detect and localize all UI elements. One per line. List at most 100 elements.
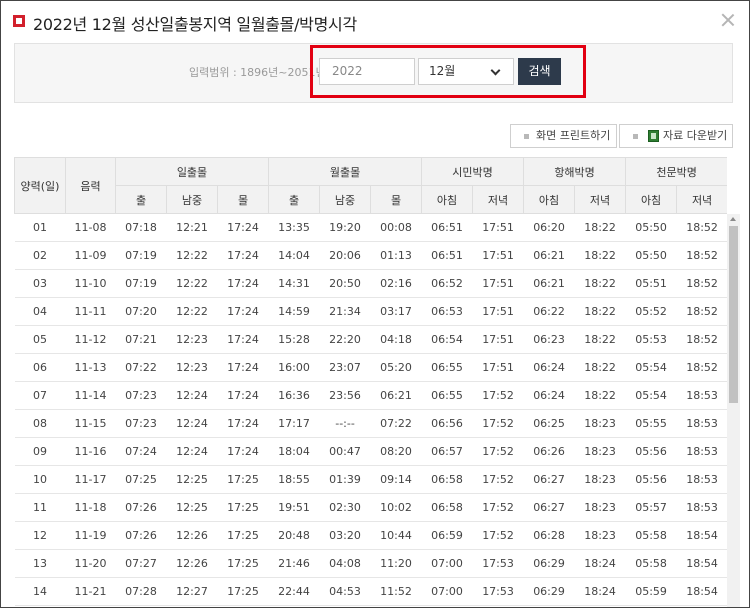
table-row: 02 11-09 07:19 12:22 17:24 14:04 20:06 01:13 06:… (14, 241, 727, 270)
table-row: 10 11-17 07:25 12:25 17:25 18:55 01:39 09:14 06:… (14, 465, 727, 494)
download-button-label: 자료 다운받기 (663, 129, 728, 142)
table-cell: 07:26 (115, 493, 167, 522)
download-bullet-icon (633, 134, 638, 139)
table-cell: 18:52 (676, 213, 727, 242)
table-cell: 22:20 (319, 325, 371, 354)
table-cell: 21:34 (319, 297, 371, 326)
input-range-label: 입력범위 : 1896년~2051년 (189, 66, 326, 79)
table-cell: 07:28 (115, 577, 167, 606)
table-cell: 06:58 (421, 493, 473, 522)
table-cell: 06:29 (523, 549, 575, 578)
search-button[interactable]: 검색 (518, 58, 561, 85)
table-cell: 18:22 (574, 353, 626, 382)
table-cell: 19:51 (268, 493, 320, 522)
table-cell: 10 (14, 465, 66, 494)
table-cell: 00:08 (370, 213, 422, 242)
print-button[interactable]: 화면 프린트하기 (510, 124, 617, 148)
table-cell: 17:53 (472, 577, 524, 606)
table-row: 13 11-20 07:27 12:26 17:25 21:46 04:08 11:20 07:… (14, 549, 727, 578)
table-cell: 07:26 (115, 521, 167, 550)
excel-icon (648, 130, 659, 142)
table-cell: 11-11 (65, 297, 116, 326)
table-cell: 07:19 (115, 241, 167, 270)
table-cell: 05:52 (625, 297, 677, 326)
page-title: 2022년 12월 성산일출봉지역 일월출몰/박명시각 (33, 15, 357, 34)
close-icon[interactable] (719, 11, 737, 29)
subheader-cell: 아침 (421, 185, 474, 214)
table-cell: 17:24 (217, 213, 269, 242)
download-button[interactable]: 자료 다운받기 (619, 124, 733, 148)
table-cell: 17:51 (472, 213, 524, 242)
table-cell: 07:27 (115, 549, 167, 578)
table-cell: 06:24 (523, 381, 575, 410)
table-cell: 18:22 (574, 269, 626, 298)
table-cell: 17:25 (217, 549, 269, 578)
scrollbar-thumb[interactable] (729, 226, 738, 403)
table-cell: 13:35 (268, 213, 320, 242)
table-cell: --:-- (319, 409, 371, 438)
table-cell: 17:24 (217, 241, 269, 270)
table-cell: 06:23 (523, 325, 575, 354)
table-cell: 11 (14, 493, 66, 522)
table-cell: 18:22 (574, 241, 626, 270)
table-cell: 05:58 (625, 549, 677, 578)
table-cell: 23:07 (319, 353, 371, 382)
table-cell: 18:53 (676, 493, 727, 522)
table-cell: 05:57 (625, 493, 677, 522)
header-nautical-twilight: 항해박명 (523, 157, 627, 186)
header-astro-twilight: 천문박명 (625, 157, 727, 186)
table-cell: 11-17 (65, 465, 116, 494)
table-cell: 06:26 (523, 437, 575, 466)
table-cell: 18:24 (574, 577, 626, 606)
table-row: 05 11-12 07:21 12:23 17:24 15:28 22:20 04:18 06:… (14, 325, 727, 354)
table-cell: 06:51 (421, 213, 473, 242)
table-cell: 10:44 (370, 521, 422, 550)
table-cell: 18:23 (574, 437, 626, 466)
table-cell: 06:28 (523, 521, 575, 550)
scroll-up-arrow-icon[interactable] (730, 217, 736, 221)
table-cell: 14:59 (268, 297, 320, 326)
table-cell: 05:20 (370, 353, 422, 382)
print-bullet-icon (524, 134, 529, 139)
table-cell: 17:51 (472, 297, 524, 326)
table-cell: 03:17 (370, 297, 422, 326)
table-cell: 18:22 (574, 381, 626, 410)
table-cell: 06:27 (523, 493, 575, 522)
table-cell: 06:21 (523, 241, 575, 270)
table-cell: 05:54 (625, 381, 677, 410)
table-cell: 05:58 (625, 521, 677, 550)
table-cell: 12:22 (166, 241, 218, 270)
subheader-cell: 몰 (216, 185, 270, 214)
table-cell: 06:20 (523, 213, 575, 242)
table-cell: 06:51 (421, 241, 473, 270)
table-cell: 22:44 (268, 577, 320, 606)
table-cell: 12:25 (166, 465, 218, 494)
table-cell: 02:30 (319, 493, 371, 522)
table-cell: 18:53 (676, 437, 727, 466)
table-cell: 14:31 (268, 269, 320, 298)
table-cell: 08 (14, 409, 66, 438)
table-cell: 06:56 (421, 409, 473, 438)
table-cell: 21:46 (268, 549, 320, 578)
table-cell: 18:23 (574, 493, 626, 522)
table-row: 06 11-13 07:22 12:23 17:24 16:00 23:07 05:20 06:… (14, 353, 727, 382)
year-input[interactable]: 2022 (319, 58, 415, 85)
subheader-cell: 저녁 (472, 185, 525, 214)
table-cell: 18:23 (574, 521, 626, 550)
subheader-cell: 남중 (319, 185, 372, 214)
table-row: 12 11-19 07:26 12:26 17:25 20:48 03:20 10:44 06:… (14, 521, 727, 550)
table-cell: 06:27 (523, 465, 575, 494)
month-select-value: 12월 (429, 64, 456, 78)
table-cell: 06:24 (523, 353, 575, 382)
vertical-scrollbar[interactable] (727, 214, 740, 607)
table-cell: 06 (14, 353, 66, 382)
table-cell: 17:51 (472, 269, 524, 298)
table-cell: 05:56 (625, 465, 677, 494)
table-cell: 18:54 (676, 549, 727, 578)
table-cell: 18:22 (574, 213, 626, 242)
table-cell: 07:25 (115, 465, 167, 494)
table-cell: 13 (14, 549, 66, 578)
table-cell: 11:20 (370, 549, 422, 578)
month-select[interactable]: 12월 (418, 58, 514, 85)
table-cell: 18:23 (574, 409, 626, 438)
